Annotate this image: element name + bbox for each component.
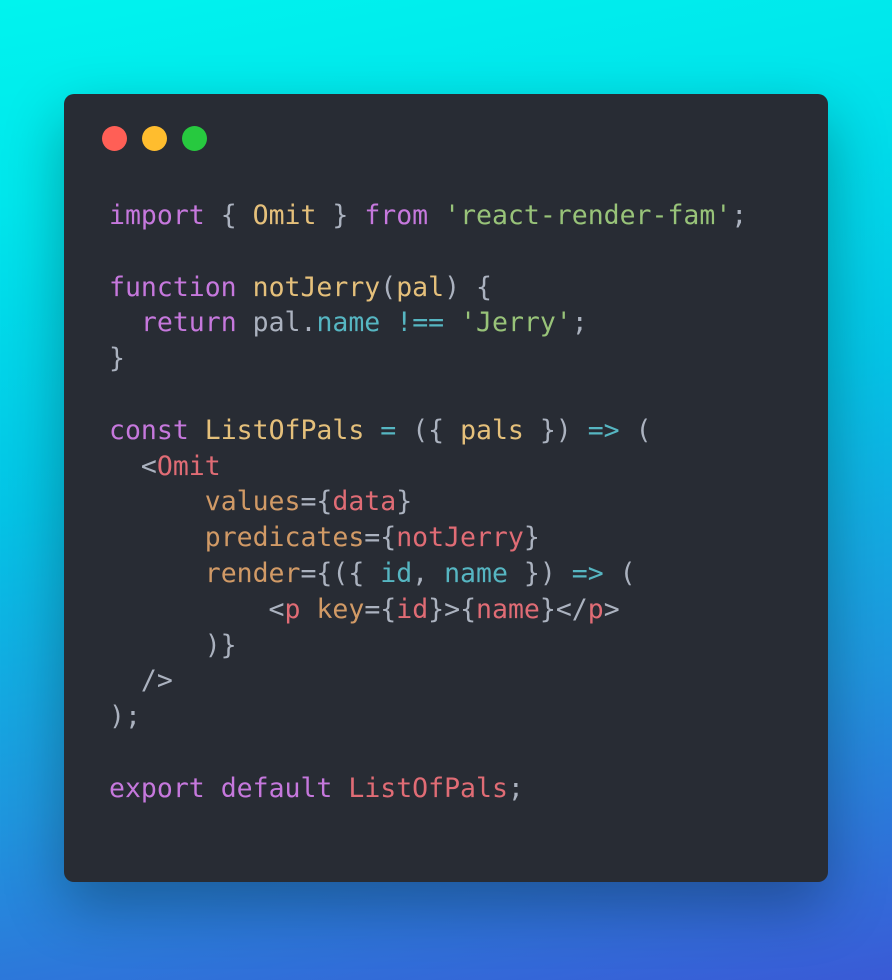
code-line: function notJerry(pal) { (109, 270, 747, 306)
code-token-keyword: return (140, 307, 237, 339)
code-token-plain: < (109, 593, 285, 625)
code-token-jsx-attr: values (204, 486, 301, 518)
minimize-dot-icon[interactable] (142, 126, 167, 151)
code-token-plain: ); (109, 701, 141, 733)
maximize-dot-icon[interactable] (182, 126, 207, 151)
code-token-variable: ListOfPals (348, 772, 508, 804)
code-line: import { Omit } from 'react-render-fam'; (109, 198, 747, 234)
code-token-plain: ; (571, 307, 588, 339)
code-token-variable: id (396, 593, 429, 625)
code-token-function-name: pals (460, 414, 524, 446)
code-line: const ListOfPals = ({ pals }) => ( (109, 413, 747, 449)
code-line: values={data} (109, 484, 747, 520)
code-token-keyword: import (109, 200, 205, 231)
code-token-plain: }</ (539, 593, 588, 625)
code-token-string: 'Jerry' (460, 307, 572, 339)
code-token-keyword: from (364, 200, 429, 231)
code-token-plain: pal. (236, 307, 317, 339)
code-token-plain: }) (507, 557, 572, 589)
code-token-plain: } (109, 343, 125, 375)
code-line: } (109, 341, 747, 377)
code-token-plain: } (316, 200, 365, 231)
code-line: /> (109, 663, 747, 699)
code-token-plain: }) (523, 414, 588, 446)
code-token-function-name: Omit (252, 200, 317, 231)
code-token-function-name: ListOfPals (204, 414, 365, 446)
code-token-operator: => (587, 414, 620, 446)
code-token-jsx-tag: Omit (156, 450, 221, 482)
code-token-function-name: pal (396, 271, 445, 303)
code-block: import { Omit } from 'react-render-fam';… (109, 198, 747, 807)
code-token-keyword: export (109, 772, 205, 804)
code-token-plain: ( (603, 557, 636, 589)
code-token-plain: /> (109, 665, 173, 697)
code-line: <Omit (109, 449, 747, 485)
code-token-function-name: notJerry (252, 271, 381, 303)
code-token-variable: data (332, 486, 397, 518)
code-token-plain: } (396, 486, 413, 518)
code-token-plain: ; (507, 772, 524, 804)
code-token-operator: => (571, 557, 604, 589)
code-token-property: name (316, 307, 381, 339)
code-token-plain: )} (109, 629, 237, 661)
code-token-plain: , (412, 557, 445, 589)
code-token-jsx-tag: p (587, 593, 604, 625)
code-token-plain: ={({ (300, 557, 381, 589)
code-line: export default ListOfPals; (109, 771, 747, 807)
code-token-jsx-attr: predicates (204, 522, 365, 554)
code-token-plain: ={ (300, 486, 333, 518)
code-token-plain: ; (731, 200, 748, 231)
code-token-plain: ( (619, 414, 652, 446)
code-token-jsx-attr: render (204, 557, 301, 589)
code-token-plain: { (204, 200, 253, 231)
code-token-variable: name (476, 593, 540, 625)
code-token-operator: !== (396, 307, 445, 339)
code-token-property: id (380, 557, 413, 589)
code-token-plain: }>{ (428, 593, 477, 625)
code-token-plain: < (109, 450, 157, 482)
code-token-plain: ) { (444, 271, 492, 303)
window-controls (102, 126, 207, 151)
code-token-string: 'react-render-fam' (444, 200, 732, 231)
code-token-keyword: function (109, 271, 237, 303)
code-line: )} (109, 628, 747, 664)
code-token-plain: } (523, 522, 540, 554)
code-line: return pal.name !== 'Jerry'; (109, 305, 747, 341)
code-line: predicates={notJerry} (109, 520, 747, 556)
code-token-jsx-tag: p (284, 593, 301, 625)
code-token-property: name (444, 557, 508, 589)
code-token-keyword: const (109, 414, 189, 446)
code-token-plain: ={ (364, 522, 397, 554)
code-token-plain: > (603, 593, 620, 625)
code-token-plain: ={ (364, 593, 397, 625)
code-token-variable: notJerry (396, 522, 524, 554)
code-line: render={({ id, name }) => ( (109, 556, 747, 592)
code-line: <p key={id}>{name}</p> (109, 592, 747, 628)
close-dot-icon[interactable] (102, 126, 127, 151)
code-token-jsx-attr: key (316, 593, 365, 625)
code-token-plain: ( (380, 271, 397, 303)
code-token-operator: = (380, 414, 397, 446)
code-token-keyword: default (220, 772, 333, 804)
code-token-plain: ({ (396, 414, 461, 446)
code-window: import { Omit } from 'react-render-fam';… (64, 94, 828, 882)
code-line: ); (109, 699, 747, 735)
